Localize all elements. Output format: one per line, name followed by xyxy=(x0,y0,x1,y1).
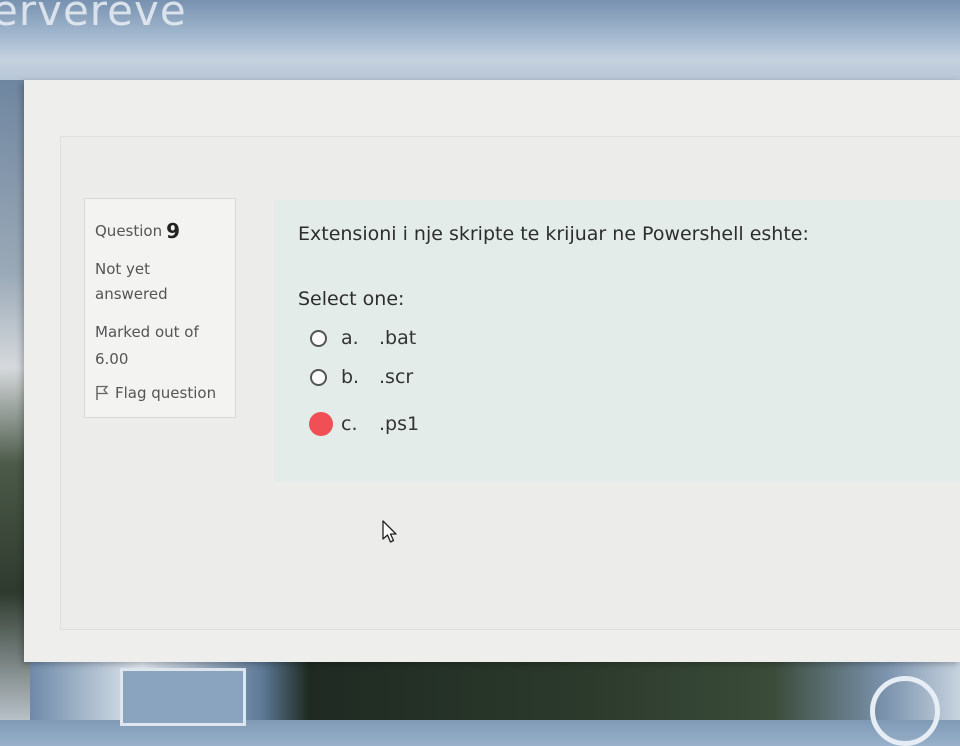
question-number: 9 xyxy=(166,219,181,243)
question-state: Not yet answered xyxy=(95,260,168,303)
flag-icon xyxy=(96,385,109,400)
radio-button-b[interactable] xyxy=(310,368,327,386)
radio-button-c-selected[interactable] xyxy=(309,412,333,436)
background-site-title: ervereve xyxy=(0,0,187,35)
option-letter: a. xyxy=(341,327,359,349)
answer-option-a[interactable]: a. .bat xyxy=(310,327,416,349)
option-text: .ps1 xyxy=(379,413,420,435)
question-grade: Marked out of 6.00 xyxy=(95,323,199,368)
mouse-cursor-icon xyxy=(382,520,397,543)
radio-button-a[interactable] xyxy=(310,329,327,347)
select-one-prompt: Select one: xyxy=(298,288,405,310)
option-letter: b. xyxy=(341,366,360,388)
answer-option-b[interactable]: b. .scr xyxy=(310,366,413,388)
question-label: Question xyxy=(95,222,163,240)
option-letter: c. xyxy=(341,413,358,435)
answer-option-c[interactable]: c. .ps1 xyxy=(309,412,420,436)
flag-question-link[interactable]: Flag question xyxy=(95,384,216,402)
flag-question-label: Flag question xyxy=(115,384,217,402)
option-text: .bat xyxy=(379,327,417,349)
question-number-row: Question 9 xyxy=(95,217,181,243)
background-logo-circle xyxy=(870,676,940,746)
background-building-window xyxy=(120,668,246,726)
question-text: Extensioni i nje skripte te krijuar ne P… xyxy=(298,223,809,245)
option-text: .scr xyxy=(379,366,414,388)
question-info-box: Question 9 Not yet answered Marked out of… xyxy=(84,198,236,418)
